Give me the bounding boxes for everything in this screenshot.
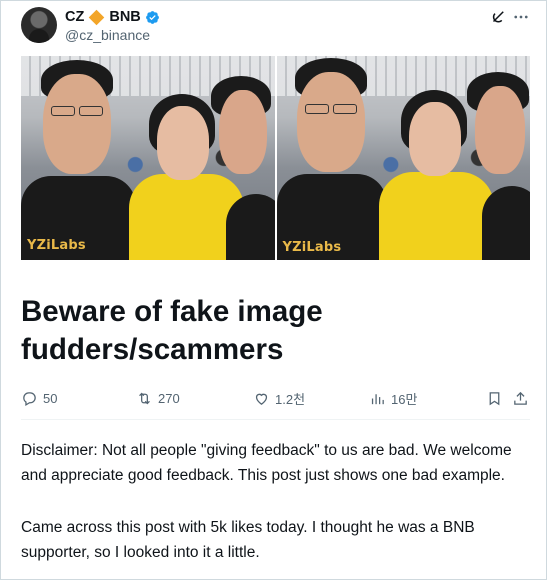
views-icon bbox=[371, 393, 384, 404]
action-bar: 50 270 1.2천 16만 bbox=[21, 388, 530, 408]
author-handle[interactable]: @cz_binance bbox=[65, 27, 150, 43]
repost-icon bbox=[139, 392, 150, 404]
man-face bbox=[296, 72, 365, 172]
man-right-shirt bbox=[481, 186, 530, 260]
repost-button[interactable]: 270 bbox=[136, 388, 180, 408]
woman-face bbox=[408, 102, 461, 176]
photo-right[interactable]: YZiLabs bbox=[276, 56, 530, 260]
man-right-face bbox=[474, 86, 525, 174]
reply-count: 50 bbox=[43, 390, 58, 406]
post-card: CZ BNB @cz_binance YZiLabs YZiLabs Bewar… bbox=[0, 0, 547, 580]
shirt-logo-text: YZiLabs bbox=[27, 238, 86, 253]
photo-left[interactable]: YZiLabs bbox=[21, 56, 275, 260]
shirt-logo-text: YZiLabs bbox=[282, 240, 342, 255]
post-title: Beware of fake image fudders/scammers bbox=[21, 295, 323, 366]
like-button[interactable]: 1.2천 bbox=[253, 388, 305, 408]
share-button[interactable] bbox=[512, 388, 529, 408]
author-name-right[interactable]: BNB bbox=[109, 9, 140, 25]
like-count: 1.2천 bbox=[275, 391, 306, 407]
reply-icon bbox=[23, 391, 36, 406]
repost-count: 270 bbox=[158, 390, 180, 406]
glasses-icon bbox=[79, 106, 103, 116]
view-count: 16만 bbox=[391, 391, 418, 407]
author-name-row[interactable]: CZ BNB bbox=[65, 8, 160, 26]
man-right-face bbox=[219, 90, 267, 174]
reply-button[interactable]: 50 bbox=[21, 388, 57, 408]
avatar[interactable] bbox=[21, 7, 57, 43]
man-right-shirt bbox=[226, 194, 275, 260]
post-paragraph-1: Disclaimer: Not all people "giving feedb… bbox=[21, 442, 512, 484]
more-icon[interactable] bbox=[511, 7, 531, 27]
author-name-left[interactable]: CZ bbox=[65, 9, 84, 25]
share-icon bbox=[514, 391, 527, 405]
woman-face bbox=[157, 106, 209, 180]
glasses-icon bbox=[332, 104, 357, 114]
views-button[interactable]: 16만 bbox=[369, 388, 417, 408]
post-paragraph-2: Came across this post with 5k likes toda… bbox=[21, 519, 475, 561]
man-face bbox=[43, 74, 111, 174]
grok-icon[interactable] bbox=[488, 7, 508, 27]
bookmark-button[interactable] bbox=[486, 388, 503, 408]
bookmark-icon bbox=[489, 391, 500, 405]
orange-diamond-icon bbox=[89, 9, 105, 25]
glasses-icon bbox=[51, 106, 75, 116]
divider bbox=[21, 419, 530, 420]
heart-icon bbox=[255, 393, 268, 405]
glasses-icon bbox=[304, 104, 329, 114]
media-gallery: YZiLabs YZiLabs bbox=[21, 56, 530, 260]
woman-dress bbox=[378, 172, 494, 260]
verified-badge-icon bbox=[145, 10, 159, 24]
